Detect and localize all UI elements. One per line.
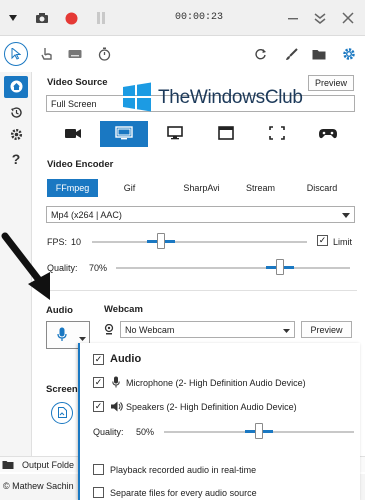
history-icon [10,106,23,121]
timer-icon[interactable] [95,45,113,63]
fps-slider-thumb[interactable] [156,233,165,249]
limit-checkbox[interactable]: ✓ [317,235,328,246]
watermark: TheWindowsClub [122,82,354,114]
encoder-tab-gif[interactable]: Gif [104,179,155,197]
footer-text: © Mathew Sachin [3,481,74,491]
webcam-preview-button[interactable]: Preview [301,321,352,338]
microphone-checkbox[interactable]: ✓ [93,377,104,388]
windows-logo-icon [122,82,152,114]
limit-label: Limit [333,237,353,247]
brush-icon[interactable] [282,45,300,63]
audio-quality-slider-thumb[interactable] [255,423,263,439]
webcam-select[interactable]: No Webcam [120,321,295,338]
recording-timer: 00:00:23 [175,12,224,23]
screenshot-button[interactable] [51,402,73,424]
folder-icon[interactable] [310,45,328,63]
separate-files-checkbox[interactable] [93,487,104,498]
encoder-tab-ffmpeg[interactable]: FFmpeg [47,179,98,197]
monitor-icon [167,126,183,142]
webcam-icon [104,323,114,337]
collapse-menu-icon[interactable] [4,9,22,27]
output-folder-label[interactable]: Output Folde [22,460,74,470]
sidebar-item-home[interactable] [4,76,28,98]
microphone-icon [57,327,67,344]
speaker-icon [111,401,123,414]
codec-value: Mp4 (x264 | AAC) [51,209,122,220]
settings-icon[interactable] [340,45,358,63]
sidebar-item-settings[interactable] [4,124,28,146]
playback-label: Playback recorded audio in real-time [110,465,257,475]
webcam-value: No Webcam [125,324,175,335]
source-screen-tile[interactable] [100,121,148,147]
separate-files-label: Separate files for every audio source [110,488,257,498]
quality-slider-thumb[interactable] [275,259,284,275]
fps-slider-track [92,241,307,243]
arrow-annotation [0,232,58,306]
speakers-checkbox[interactable]: ✓ [93,401,104,412]
webcam-title: Webcam [104,304,143,315]
minimize-icon[interactable] [284,9,302,27]
title-bar: 00:00:23 [0,0,365,36]
cursor-icon[interactable] [4,42,28,66]
gamepad-icon [319,128,337,141]
audio-popup-title: Audio [110,353,142,365]
source-webcam-tile[interactable] [49,121,97,147]
speakers-label: Speakers (2- High Definition Audio Devic… [126,402,297,412]
chevron-down-icon [283,325,290,335]
source-window-tile[interactable] [202,121,250,147]
home-icon [10,80,23,95]
collapse-icon[interactable] [311,9,329,27]
click-icon[interactable] [38,45,56,63]
camera-icon [65,128,81,141]
microphone-label: Microphone (2- High Definition Audio Dev… [126,378,306,388]
audio-title: Audio [46,305,73,316]
divider [44,290,357,291]
microphone-icon [112,376,120,390]
quality-value: 70% [89,263,108,273]
image-icon [57,406,67,420]
audio-quality-value: 50% [136,427,155,437]
video-source-title: Video Source [47,77,108,88]
source-monitor-tile[interactable] [151,121,199,147]
video-encoder-title: Video Encoder [47,159,114,170]
window-icon [218,126,234,142]
chevron-down-icon [342,210,350,220]
camera-icon[interactable] [33,9,51,27]
region-icon [269,126,285,142]
help-icon[interactable]: ? [4,148,28,170]
screen-icon [115,126,133,142]
settings-icon [10,128,23,143]
folder-icon [2,460,14,472]
audio-popup: ✓ Audio ✓ Microphone (2- High Definition… [78,343,360,500]
source-region-tile[interactable] [253,121,301,147]
audio-enable-checkbox[interactable]: ✓ [93,354,104,365]
playback-checkbox[interactable] [93,464,104,475]
refresh-icon[interactable] [251,45,269,63]
chevron-down-icon [79,333,86,343]
record-icon[interactable] [62,9,80,27]
fps-value: 10 [71,237,82,247]
encoder-tab-sharpavi[interactable]: SharpAvi [171,179,232,197]
sidebar-item-history[interactable] [4,102,28,124]
source-gamepad-tile[interactable] [304,121,352,147]
codec-select[interactable]: Mp4 (x264 | AAC) [46,206,355,223]
audio-quality-label: Quality: [93,427,124,437]
encoder-tab-stream[interactable]: Stream [238,179,283,197]
keyboard-icon[interactable] [66,45,84,63]
pause-icon[interactable] [92,9,110,27]
close-icon[interactable] [339,9,357,27]
tools-toolbar [0,37,365,71]
encoder-tab-discard[interactable]: Discard [298,179,346,197]
quality-slider-track [116,267,350,269]
watermark-text: TheWindowsClub [158,87,303,108]
